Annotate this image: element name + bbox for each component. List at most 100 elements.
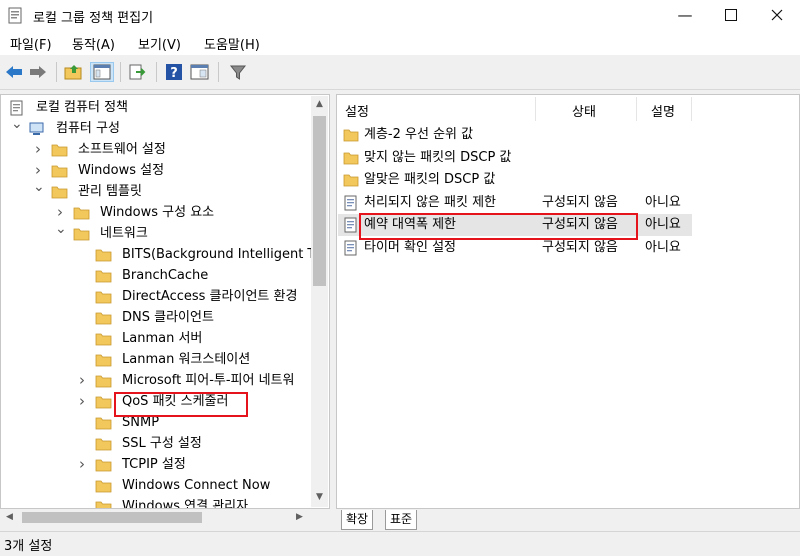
folder-icon [73,207,90,220]
highlight-box-bandwidth [359,213,638,240]
help-button[interactable]: ? [164,62,184,82]
chevron-down-icon[interactable]: ⌄ [33,180,45,194]
column-divider[interactable] [636,97,637,121]
tree-item[interactable]: DNS 클라이언트 [1,307,311,328]
menu-bar [0,30,800,55]
tree-item[interactable]: Lanman 서버 [1,328,311,349]
tree-item[interactable]: › Windows 구성 요소 [1,202,311,223]
minimize-icon: — [677,6,693,24]
tree-item[interactable]: Windows 연결 관리자 [1,496,311,509]
column-header-setting[interactable]: 설정 [345,101,369,120]
column-divider[interactable] [535,97,536,121]
column-header-description[interactable]: 설명 [651,101,675,120]
minimize-button[interactable]: — [662,0,708,30]
list-row[interactable]: 맞지 않는 패킷의 DSCP 값 [338,147,692,169]
show-hide-tree-button[interactable] [90,62,114,82]
tree-item-label: 네트워크 [100,226,148,241]
list-row[interactable]: 처리되지 않은 패킷 제한 구성되지 않음 아니요 [338,192,692,214]
scroll-left-icon[interactable]: ◀ [6,512,13,522]
chevron-right-icon[interactable]: › [77,394,87,409]
chevron-right-icon[interactable]: › [33,142,43,157]
properties-icon [190,64,209,80]
setting-name: 처리되지 않은 패킷 제한 [364,194,496,210]
tree-item[interactable]: › 소프트웨어 설정 [1,139,311,160]
tree-item-label: TCPIP 설정 [122,457,186,472]
filter-button[interactable] [228,62,248,82]
folder-icon [95,459,112,472]
menu-action[interactable]: 동작(A) [72,34,115,53]
column-divider[interactable] [691,97,692,121]
folder-icon [95,480,112,493]
tree-item[interactable]: › Windows 설정 [1,160,311,181]
tree-item[interactable]: Windows Connect Now [1,475,311,496]
folder-icon [51,165,68,178]
scroll-up-icon[interactable]: ▲ [313,99,326,109]
menu-view[interactable]: 보기(V) [138,34,181,53]
folder-icon [95,438,112,451]
close-button[interactable] [754,0,800,30]
toolbar-separator [120,62,121,82]
forward-button[interactable] [28,62,48,82]
tree-item[interactable]: BranchCache [1,265,311,286]
folder-icon [73,228,90,241]
chevron-right-icon[interactable]: › [33,163,43,178]
back-button[interactable] [4,62,24,82]
chevron-right-icon[interactable]: › [55,205,65,220]
tree-item-label: SSL 구성 설정 [122,436,202,451]
help-icon: ? [166,64,182,81]
policy-setting-icon [344,240,357,255]
svg-text:?: ? [170,66,178,81]
list-row[interactable]: 계층-2 우선 순위 값 [338,124,692,146]
highlight-box-qos [114,392,248,417]
properties-button[interactable] [190,62,210,82]
tree-item[interactable]: › TCPIP 설정 [1,454,311,475]
tree-item[interactable]: BITS(Background Intelligent Tr [1,244,319,265]
scroll-right-icon[interactable]: ▶ [296,512,303,522]
folder-icon [95,249,112,262]
tree-item[interactable]: Lanman 워크스테이션 [1,349,311,370]
setting-name: 계층-2 우선 순위 값 [364,127,474,142]
menu-help[interactable]: 도움말(H) [204,34,260,53]
tree-scroll-thumb[interactable] [313,116,326,286]
policy-setting-icon [344,195,357,210]
chevron-down-icon[interactable]: ⌄ [11,117,23,131]
tree-item[interactable]: ⌄ 컴퓨터 구성 [1,117,311,139]
tree-item-label: Windows 연결 관리자 [122,499,249,509]
tree-item-label: DirectAccess 클라이언트 환경 [122,289,298,304]
tree-item-label: DNS 클라이언트 [122,310,214,325]
up-one-level-button[interactable] [64,62,84,82]
tree-item-label: BITS(Background Intelligent Tr [122,247,319,262]
up-folder-icon [64,65,82,80]
folder-icon [343,129,359,142]
tree-item[interactable]: ⌄ 관리 템플릿 [1,180,311,202]
tree-hscroll-thumb[interactable] [22,512,202,523]
tree-item[interactable]: › Microsoft 피어-투-피어 네트워 [1,370,311,391]
chevron-down-icon[interactable]: ⌄ [55,222,67,236]
tab-standard[interactable]: 표준 [385,510,418,530]
column-header-status[interactable]: 상태 [572,101,596,120]
folder-icon [95,501,112,508]
tree-pane[interactable]: 로컬 컴퓨터 정책 ⌄ 컴퓨터 구성 › 소프트웨어 설정 › Windows 설정 ⌄ 관리 … [0,94,330,509]
maximize-button[interactable] [708,0,754,30]
tree-item[interactable]: ⌄ 네트워크 [1,222,311,244]
menu-file[interactable]: 파일(F) [10,34,52,53]
back-arrow-icon [6,66,22,78]
scroll-down-icon[interactable]: ▼ [313,492,326,502]
show-hide-tree-icon [93,64,111,80]
policy-setting-icon [344,217,357,233]
tree-item[interactable]: DirectAccess 클라이언트 환경 [1,286,311,307]
export-list-button[interactable] [128,62,148,82]
tree-item-label: 소프트웨어 설정 [78,142,166,157]
setting-name: 맞지 않는 패킷의 DSCP 값 [364,149,512,165]
setting-status: 구성되지 않음 [542,194,618,210]
list-row[interactable]: 알맞은 패킷의 DSCP 값 [338,169,692,191]
chevron-right-icon[interactable]: › [77,457,87,472]
tree-item-label: Lanman 워크스테이션 [122,352,251,367]
setting-name: 알맞은 패킷의 DSCP 값 [364,172,496,187]
tab-extended[interactable]: 확장 [341,510,374,530]
tree-item[interactable]: SSL 구성 설정 [1,433,311,454]
chevron-right-icon[interactable]: › [77,373,87,388]
folder-icon [95,354,112,367]
tree-item[interactable]: 로컬 컴퓨터 정책 [1,97,311,118]
maximize-icon [725,9,737,21]
